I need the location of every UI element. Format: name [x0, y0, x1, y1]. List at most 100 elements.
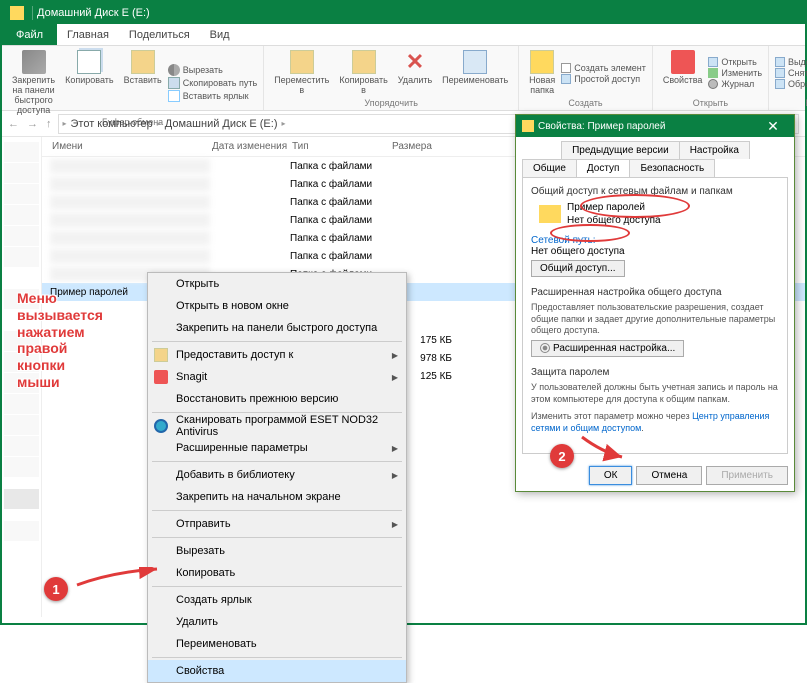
ctx-advanced[interactable]: Расширенные параметры▶ — [148, 437, 406, 459]
breadcrumb-drive[interactable]: Домашний Диск Е (Е:) — [165, 118, 278, 130]
folder-icon — [522, 120, 534, 132]
sidebar-item[interactable] — [4, 415, 39, 435]
ctx-eset[interactable]: Сканировать программой ESET NOD32 Antivi… — [148, 415, 406, 437]
share-button[interactable]: Общий доступ... — [531, 260, 625, 277]
tab-home[interactable]: Главная — [57, 24, 119, 45]
col-date[interactable]: Дата изменения — [212, 141, 292, 152]
step-badge-2: 2 — [550, 444, 574, 468]
sidebar-item[interactable] — [4, 247, 39, 267]
ctx-add-library[interactable]: Добавить в библиотеку▶ — [148, 464, 406, 486]
edit-icon — [708, 68, 718, 78]
paste-shortcut-button[interactable]: Вставить ярлык — [168, 90, 257, 102]
properties-icon — [671, 50, 695, 74]
sidebar-item[interactable] — [4, 436, 39, 456]
cancel-button[interactable]: Отмена — [636, 466, 702, 485]
sidebar-item[interactable] — [4, 457, 39, 477]
ctx-rename[interactable]: Переименовать — [148, 633, 406, 655]
invert-icon — [775, 79, 785, 89]
sidebar-item[interactable] — [4, 142, 39, 162]
tab-file[interactable]: Файл — [2, 24, 57, 45]
new-item-button[interactable]: Создать элемент — [561, 63, 646, 73]
ctx-restore[interactable]: Восстановить прежнюю версию — [148, 388, 406, 410]
arrow-annotation-2 — [577, 432, 627, 462]
open-button[interactable]: Открыть — [708, 57, 762, 67]
ctx-pin-start[interactable]: Закрепить на начальном экране — [148, 486, 406, 508]
forward-button[interactable]: → — [27, 118, 38, 130]
ctx-send-to[interactable]: Отправить▶ — [148, 513, 406, 535]
sidebar-drive[interactable] — [4, 489, 39, 509]
tab-previous[interactable]: Предыдущие версии — [561, 141, 680, 159]
sidebar-item[interactable] — [4, 226, 39, 246]
ctx-shortcut[interactable]: Создать ярлык — [148, 589, 406, 611]
select-all-button[interactable]: Выделить все — [775, 57, 807, 67]
eset-icon — [154, 419, 168, 433]
sidebar-item[interactable] — [4, 184, 39, 204]
ctx-pin-quick[interactable]: Закрепить на панели быстрого доступа — [148, 317, 406, 339]
folder-icon — [10, 6, 24, 20]
paste-icon — [131, 50, 155, 74]
folder-icon — [539, 205, 561, 223]
ctx-open-new[interactable]: Открыть в новом окне — [148, 295, 406, 317]
apply-button[interactable]: Применить — [706, 466, 788, 485]
history-icon — [708, 79, 718, 89]
tab-share[interactable]: Поделиться — [119, 24, 200, 45]
paste-button[interactable]: Вставить — [120, 48, 166, 117]
shared-folder-name: Пример паролей — [567, 201, 661, 214]
open-icon — [708, 57, 718, 67]
pin-button[interactable]: Закрепить на панели быстрого доступа — [8, 48, 59, 117]
title-bar: Домашний Диск Е (Е:) — [2, 2, 805, 24]
tab-security[interactable]: Безопасность — [629, 159, 715, 177]
rename-button[interactable]: Переименовать — [438, 48, 512, 98]
delete-button[interactable]: ✕Удалить — [394, 48, 436, 98]
col-type[interactable]: Тип — [292, 141, 392, 152]
sidebar-item[interactable] — [4, 163, 39, 183]
move-icon — [290, 50, 314, 74]
move-button[interactable]: Переместить в — [270, 48, 333, 98]
ctx-open[interactable]: Открыть — [148, 273, 406, 295]
snagit-icon — [154, 370, 168, 384]
tab-access[interactable]: Доступ — [576, 159, 631, 177]
ctx-copy[interactable]: Копировать — [148, 562, 406, 584]
up-button[interactable]: ↑ — [46, 118, 52, 130]
ctx-properties[interactable]: Свойства — [148, 660, 406, 682]
ribbon: Закрепить на панели быстрого доступа Коп… — [2, 46, 805, 111]
col-size[interactable]: Размера — [392, 141, 452, 152]
ok-button[interactable]: ОК — [589, 466, 633, 485]
sidebar-item[interactable] — [4, 394, 39, 414]
copy-to-button[interactable]: Копировать в — [335, 48, 391, 98]
net-path-value: Нет общего доступа — [531, 246, 779, 257]
edit-button[interactable]: Изменить — [708, 68, 762, 78]
properties-button[interactable]: Свойства — [659, 48, 707, 98]
pin-icon — [22, 50, 46, 74]
cut-button[interactable]: Вырезать — [168, 64, 257, 76]
breadcrumb-pc[interactable]: Этот компьютер — [71, 118, 153, 130]
ctx-delete[interactable]: Удалить — [148, 611, 406, 633]
select-all-icon — [775, 57, 785, 67]
nav-arrows: ← → ↑ — [8, 118, 52, 130]
history-button[interactable]: Журнал — [708, 79, 762, 89]
col-name[interactable]: Имени — [42, 141, 212, 152]
select-none-button[interactable]: Снять выделение — [775, 68, 807, 78]
new-folder-button[interactable]: Новая папка — [525, 48, 559, 98]
ribbon-organize: Переместить в Копировать в ✕Удалить Пере… — [264, 46, 519, 110]
advanced-settings-button[interactable]: Расширенная настройка... — [531, 340, 684, 357]
ctx-give-access[interactable]: Предоставить доступ к▶ — [148, 344, 406, 366]
sidebar-item[interactable] — [4, 521, 39, 541]
close-button[interactable]: ✕ — [758, 118, 788, 135]
invert-button[interactable]: Обратить выделение — [775, 79, 807, 89]
tab-general[interactable]: Общие — [522, 159, 577, 177]
properties-dialog: Свойства: Пример паролей ✕ Предыдущие ве… — [515, 114, 795, 492]
password-note: Изменить этот параметр можно через — [531, 411, 692, 421]
tab-custom[interactable]: Настройка — [679, 141, 750, 159]
dialog-title: Свойства: Пример паролей — [538, 121, 758, 132]
copy-path-button[interactable]: Скопировать путь — [168, 77, 257, 89]
sidebar-item[interactable] — [4, 205, 39, 225]
copy-icon — [77, 50, 101, 74]
tab-view[interactable]: Вид — [200, 24, 240, 45]
ctx-cut[interactable]: Вырезать — [148, 540, 406, 562]
back-button[interactable]: ← — [8, 118, 19, 130]
new-icon — [561, 63, 571, 73]
ctx-snagit[interactable]: Snagit▶ — [148, 366, 406, 388]
copy-button[interactable]: Копировать — [61, 48, 117, 117]
easy-access-button[interactable]: Простой доступ — [561, 74, 646, 84]
